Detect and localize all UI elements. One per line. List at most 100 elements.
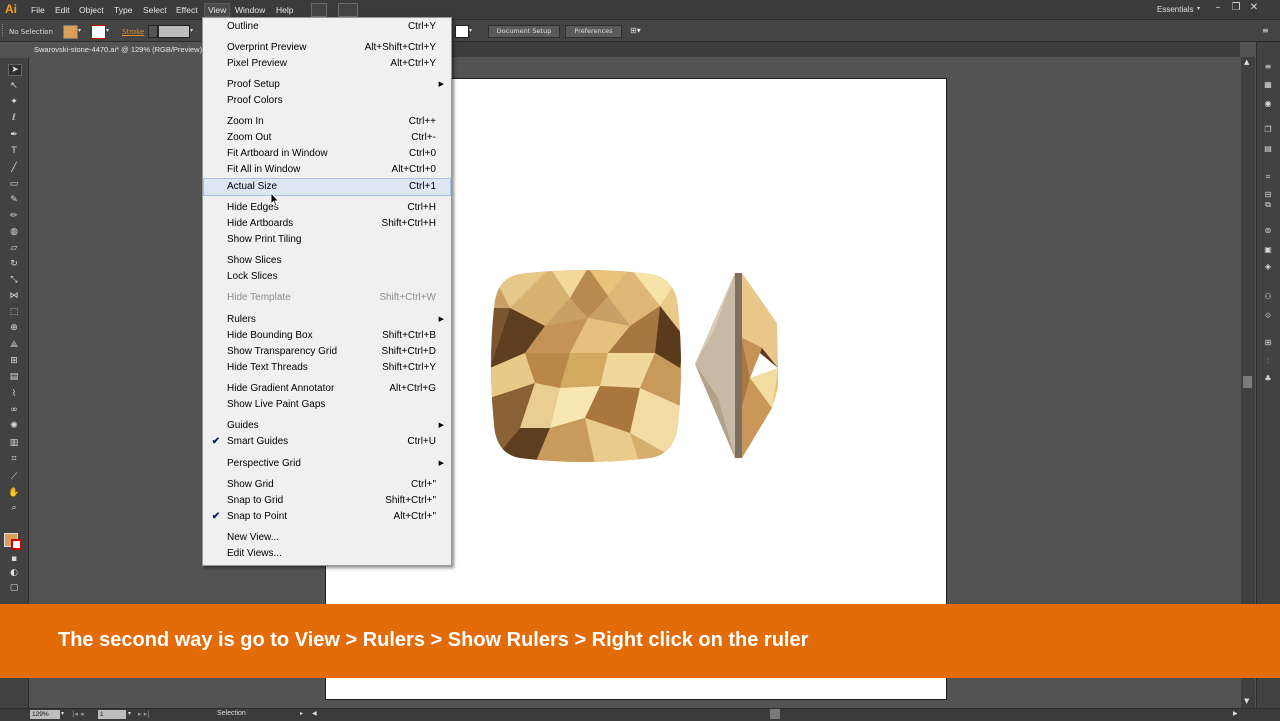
menu-item-show-print-tiling[interactable]: Show Print Tiling [204, 232, 450, 248]
transform-panel-icon[interactable]: ⊞ [1261, 338, 1275, 348]
swatches-panel-icon[interactable]: ◉ [1261, 99, 1275, 109]
menu-item-snap-to-grid[interactable]: Snap to Grid Shift+Ctrl+" [204, 493, 450, 509]
menu-effect[interactable]: Effect [176, 5, 198, 15]
current-tool-status[interactable]: Selection [217, 710, 246, 717]
chevron-down-icon[interactable]: ▾ [128, 710, 131, 717]
eyedropper-tool-icon[interactable]: ⌇ [8, 389, 20, 399]
artboard-number-field[interactable]: 1 [98, 710, 126, 719]
pathfinder-panel-icon[interactable]: ♣ [1261, 374, 1275, 384]
scroll-down-icon[interactable]: ▼ [1244, 697, 1249, 705]
stroke-weight-stepper[interactable] [148, 25, 158, 38]
first-artboard-icon[interactable]: |◂ ◂ [72, 710, 84, 718]
scroll-up-icon[interactable]: ▲ [1244, 58, 1249, 66]
stroke-panel-icon[interactable]: ⌗ [1261, 172, 1275, 182]
layers-panel-icon[interactable]: ◈ [1261, 262, 1275, 272]
align-panel-icon[interactable]: ⫶ [1261, 356, 1275, 366]
transparency-panel-icon[interactable]: ⧉ [1261, 200, 1275, 210]
gradient-tool-icon[interactable]: ▤ [8, 372, 20, 382]
free-transform-tool-icon[interactable]: ⬚ [8, 307, 20, 317]
menu-item-hide-artboards[interactable]: Hide Artboards Shift+Ctrl+H [204, 216, 450, 232]
stroke-swatch[interactable] [91, 25, 106, 39]
artboard-tool-icon[interactable]: ⌗ [8, 454, 20, 464]
brushes-panel-icon[interactable]: ❐ [1261, 125, 1275, 135]
graphic-styles-icon[interactable]: ▣ [1261, 245, 1275, 255]
chevron-down-icon[interactable]: ▾ [106, 27, 109, 34]
chevron-down-icon[interactable]: ▾ [469, 27, 472, 34]
chevron-down-icon[interactable]: ▾ [61, 710, 64, 717]
menu-select[interactable]: Select [143, 5, 167, 15]
restore-icon[interactable]: ❐ [1228, 2, 1244, 14]
horizontal-scroll-thumb[interactable] [770, 709, 780, 719]
menu-item-proof-setup[interactable]: Proof Setup ▶ [204, 77, 450, 93]
menu-item-lock-slices[interactable]: Lock Slices [204, 269, 450, 285]
menu-item-hide-text-threads[interactable]: Hide Text Threads Shift+Ctrl+Y [204, 360, 450, 376]
align-options-icon[interactable]: ⊞▾ [630, 26, 641, 35]
hand-tool-icon[interactable]: ✋ [8, 488, 20, 498]
workspace-switcher[interactable]: Essentials [1157, 5, 1193, 14]
stroke-weight-field[interactable] [158, 25, 190, 38]
menu-item-outline[interactable]: Outline Ctrl+Y [204, 19, 450, 35]
drawing-mode-icon[interactable]: ◐ [8, 568, 20, 578]
rotate-tool-icon[interactable]: ↻ [8, 259, 20, 269]
appearance-panel-icon[interactable]: ⊚ [1261, 226, 1275, 236]
close-icon[interactable]: ✕ [1246, 2, 1262, 14]
paintbrush-tool-icon[interactable]: ✎ [8, 195, 20, 205]
perspective-grid-tool-icon[interactable]: ⟁ [8, 340, 20, 350]
scroll-left-icon[interactable]: ◀ [312, 710, 317, 717]
menu-file[interactable]: File [31, 5, 45, 15]
panel-menu-icon[interactable]: ≡ [1262, 26, 1269, 35]
menu-view[interactable]: View [204, 3, 231, 17]
minimize-icon[interactable]: – [1210, 2, 1226, 14]
menu-item-smart-guides[interactable]: ✔ Smart Guides Ctrl+U [204, 434, 450, 450]
menu-item-new-view[interactable]: New View... [204, 530, 450, 546]
style-swatch[interactable] [455, 25, 469, 38]
menu-item-show-live-paint-gaps[interactable]: Show Live Paint Gaps [204, 397, 450, 413]
gradient-panel-icon[interactable]: ⊟ [1261, 190, 1275, 200]
mesh-tool-icon[interactable]: ⊞ [8, 356, 20, 366]
slice-tool-icon[interactable]: ⟋ [8, 472, 20, 482]
document-tab[interactable]: Swarovski-stone-4470.ai* @ 129% (RGB/Pre… [28, 42, 204, 57]
menu-item-show-transparency-grid[interactable]: Show Transparency Grid Shift+Ctrl+D [204, 344, 450, 360]
direct-selection-tool-icon[interactable]: ↖ [8, 81, 20, 91]
stroke-color-icon[interactable] [11, 539, 22, 550]
menu-item-show-slices[interactable]: Show Slices [204, 253, 450, 269]
menu-item-hide-edges[interactable]: Hide Edges Ctrl+H [204, 200, 450, 216]
symbol-sprayer-tool-icon[interactable]: ✺ [8, 421, 20, 431]
scroll-right-icon[interactable]: ▶ [1233, 710, 1238, 717]
zoom-level-field[interactable]: 129% [30, 710, 60, 719]
width-tool-icon[interactable]: ⋈ [8, 291, 20, 301]
color-guide-icon[interactable]: ▦ [1261, 80, 1275, 90]
bridge-icon[interactable] [311, 3, 327, 17]
color-mode-icon[interactable]: ▪ [8, 554, 20, 564]
lasso-tool-icon[interactable]: ℓ [8, 113, 20, 123]
next-artboard-icon[interactable]: ▸ ▸| [138, 710, 150, 718]
menu-item-edit-views[interactable]: Edit Views... [204, 546, 450, 562]
menu-item-pixel-preview[interactable]: Pixel Preview Alt+Ctrl+Y [204, 56, 450, 72]
status-menu-arrow-icon[interactable]: ▸ [300, 710, 303, 717]
magic-wand-tool-icon[interactable]: ✦ [8, 97, 20, 107]
preferences-button[interactable]: Preferences [565, 25, 622, 38]
menu-item-snap-to-point[interactable]: ✔ Snap to Point Alt+Ctrl+" [204, 509, 450, 525]
menu-item-overprint-preview[interactable]: Overprint Preview Alt+Shift+Ctrl+Y [204, 40, 450, 56]
fill-swatch[interactable] [63, 25, 78, 39]
type-tool-icon[interactable]: T [8, 146, 20, 156]
color-panel-icon[interactable]: ≡ [1261, 62, 1275, 72]
menu-edit[interactable]: Edit [55, 5, 70, 15]
info-panel-icon[interactable]: ⟐ [1261, 311, 1275, 321]
navigator-panel-icon[interactable]: ⚇ [1261, 292, 1275, 302]
menu-item-rulers[interactable]: Rulers ▶ [204, 312, 450, 328]
menu-item-guides[interactable]: Guides ▶ [204, 418, 450, 434]
menu-item-show-grid[interactable]: Show Grid Ctrl+" [204, 477, 450, 493]
menu-item-zoom-in[interactable]: Zoom In Ctrl++ [204, 114, 450, 130]
menu-item-hide-bounding-box[interactable]: Hide Bounding Box Shift+Ctrl+B [204, 328, 450, 344]
column-graph-tool-icon[interactable]: ▥ [8, 438, 20, 448]
vertical-scroll-thumb[interactable] [1243, 376, 1252, 388]
stroke-label[interactable]: Stroke [122, 28, 144, 36]
blob-brush-tool-icon[interactable]: ◍ [8, 227, 20, 237]
menu-help[interactable]: Help [276, 5, 293, 15]
screen-mode-icon[interactable]: ▢ [8, 583, 20, 593]
document-setup-button[interactable]: Document Setup [488, 25, 560, 38]
menu-window[interactable]: Window [235, 5, 265, 15]
scale-tool-icon[interactable]: ⤡ [8, 275, 20, 285]
selection-tool-icon[interactable]: ➤ [8, 64, 22, 76]
